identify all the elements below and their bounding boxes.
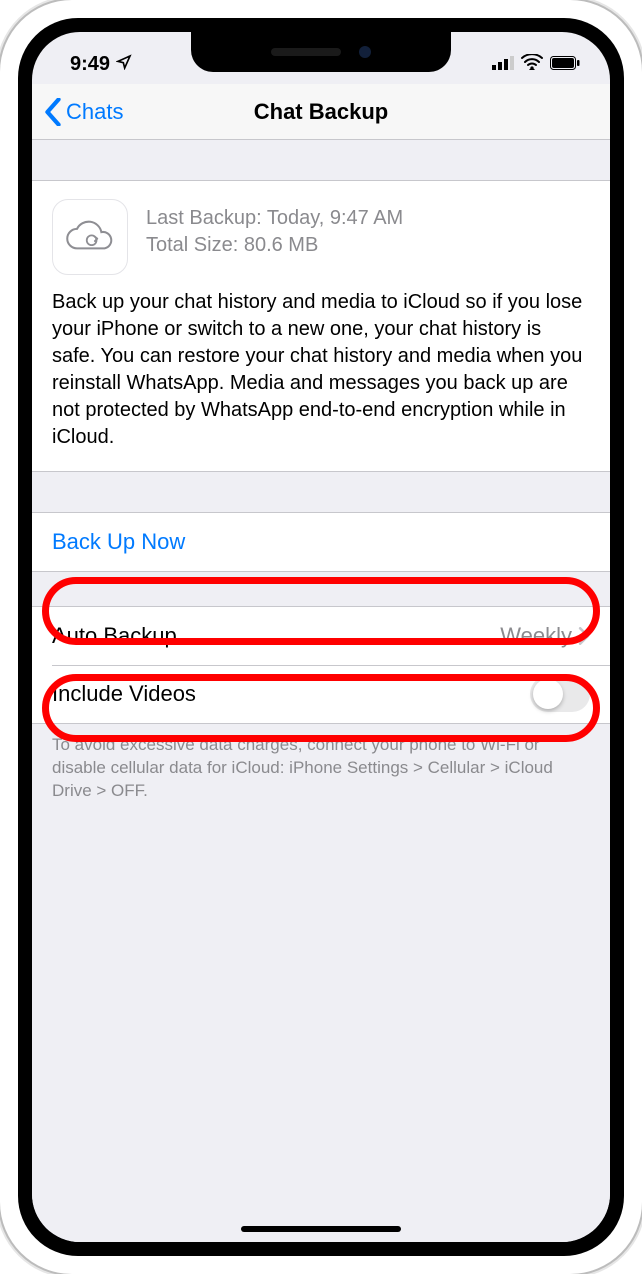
battery-icon: [550, 53, 580, 76]
back-button[interactable]: Chats: [44, 84, 123, 139]
page-title: Chat Backup: [254, 99, 388, 125]
backup-now-row[interactable]: Back Up Now: [32, 513, 610, 571]
back-label: Chats: [66, 99, 123, 125]
auto-backup-label: Auto Backup: [52, 623, 177, 649]
auto-backup-row[interactable]: Auto Backup Weekly: [32, 607, 610, 665]
include-videos-label: Include Videos: [52, 681, 196, 707]
icloud-icon: [52, 199, 128, 275]
backup-now-label: Back Up Now: [52, 529, 185, 555]
device-frame: 9:49: [0, 0, 642, 1274]
total-size-text: Total Size: 80.6 MB: [146, 232, 403, 259]
nav-bar: Chats Chat Backup: [32, 84, 610, 140]
settings-group: Auto Backup Weekly Include Videos: [32, 606, 610, 724]
home-indicator[interactable]: [241, 1226, 401, 1232]
notch: [191, 32, 451, 72]
chevron-right-icon: [578, 627, 590, 645]
chevron-left-icon: [44, 98, 62, 126]
backup-info-section: Last Backup: Today, 9:47 AM Total Size: …: [32, 180, 610, 472]
backup-description: Back up your chat history and media to i…: [52, 289, 590, 451]
last-backup-text: Last Backup: Today, 9:47 AM: [146, 205, 403, 232]
footer-note: To avoid excessive data charges, connect…: [32, 724, 610, 803]
include-videos-switch[interactable]: [530, 676, 590, 712]
backup-now-group: Back Up Now: [32, 512, 610, 572]
location-icon: [116, 53, 132, 76]
wifi-icon: [521, 53, 543, 76]
auto-backup-value: Weekly: [500, 623, 572, 649]
screen: 9:49: [32, 32, 610, 1242]
content[interactable]: Last Backup: Today, 9:47 AM Total Size: …: [32, 140, 610, 1242]
cellular-icon: [492, 53, 514, 76]
status-time: 9:49: [70, 53, 110, 76]
include-videos-row: Include Videos: [32, 665, 610, 723]
